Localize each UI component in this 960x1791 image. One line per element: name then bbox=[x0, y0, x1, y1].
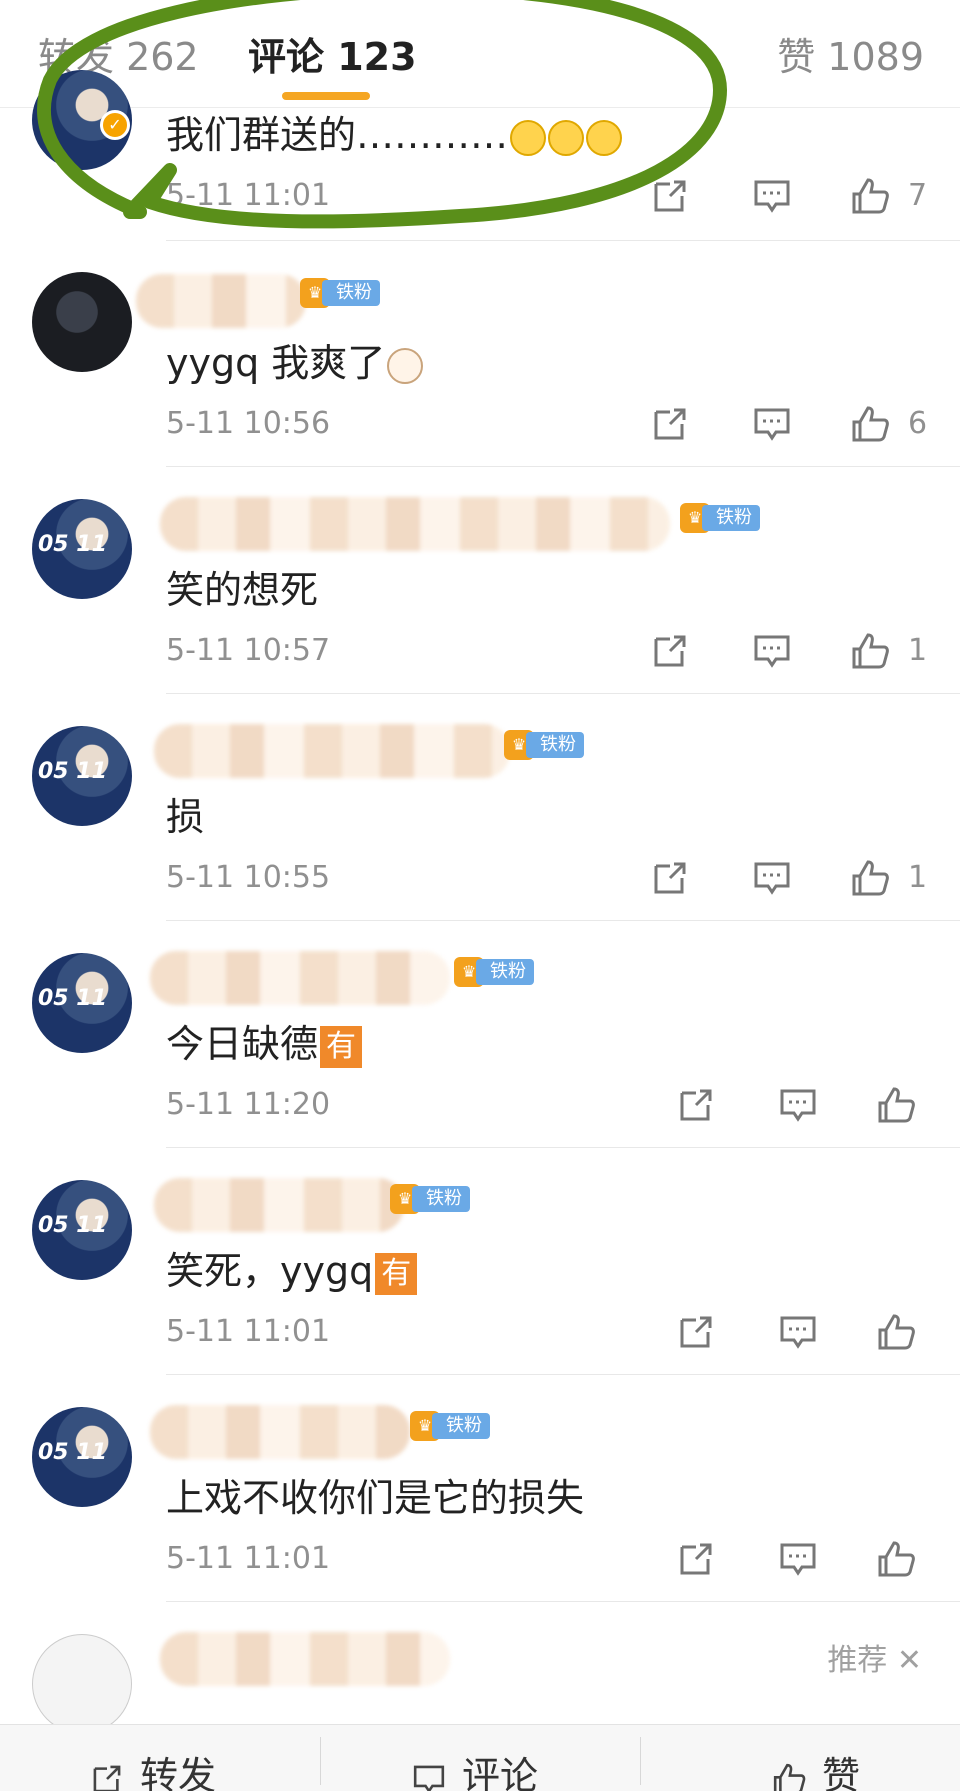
comment-icon[interactable] bbox=[750, 629, 794, 673]
username-blurred[interactable] bbox=[154, 724, 510, 778]
username-blurred[interactable] bbox=[136, 274, 306, 328]
tag-you: 有 bbox=[320, 1025, 363, 1068]
username-blurred[interactable] bbox=[160, 497, 670, 551]
divider bbox=[166, 1601, 960, 1602]
comment-icon[interactable] bbox=[776, 1083, 820, 1127]
thumbs-up-icon[interactable] bbox=[874, 1310, 918, 1354]
comment-text: 笑的想死 bbox=[166, 568, 319, 612]
comment-text: 上戏不收你们是它的损失 bbox=[166, 1476, 585, 1520]
verified-icon: ✓ bbox=[100, 110, 130, 140]
thumbs-up-icon[interactable] bbox=[848, 856, 892, 900]
username-blurred[interactable] bbox=[154, 1178, 404, 1232]
divider bbox=[320, 1737, 321, 1785]
tag-you: 有 bbox=[375, 1252, 418, 1295]
comment-text: 笑死，yygq 有 bbox=[166, 1240, 418, 1295]
username-blurred[interactable] bbox=[150, 1405, 410, 1459]
comment-item: 05 11 ♛ 铁粉 笑的想死 5-11 10:57 1 bbox=[0, 497, 960, 725]
share-icon[interactable] bbox=[648, 402, 692, 446]
bottom-forward-button[interactable]: 转发 bbox=[88, 1745, 216, 1791]
comment-text: yygq 我爽了 bbox=[166, 332, 424, 387]
share-icon bbox=[93, 1765, 121, 1791]
comment-text: 我们群送的………… bbox=[166, 104, 623, 159]
username-blurred[interactable] bbox=[160, 1632, 450, 1686]
bottom-action-bar: 转发 评论 赞 bbox=[0, 1724, 960, 1791]
avatar[interactable]: 05 11 bbox=[32, 499, 132, 599]
comment-text: 今日缺德有 bbox=[166, 1013, 363, 1068]
share-icon[interactable] bbox=[648, 174, 692, 218]
comment-time: 5-11 11:01 bbox=[166, 178, 331, 213]
fan-badge: ♛ 铁粉 bbox=[390, 1184, 470, 1214]
share-icon[interactable] bbox=[674, 1537, 718, 1581]
comment-time: 5-11 10:57 bbox=[166, 633, 331, 668]
fan-badge: ♛ 铁粉 bbox=[410, 1411, 490, 1441]
avatar[interactable] bbox=[32, 272, 132, 372]
divider bbox=[166, 466, 960, 467]
thumbs-up-icon[interactable] bbox=[848, 174, 892, 218]
divider bbox=[166, 1374, 960, 1375]
comment-item: 05 11 ♛ 铁粉 损 5-11 10:55 1 bbox=[0, 724, 960, 952]
like-count: 6 bbox=[908, 406, 928, 441]
fan-badge: ♛ 铁粉 bbox=[300, 278, 380, 308]
comment-icon[interactable] bbox=[750, 856, 794, 900]
share-icon[interactable] bbox=[648, 856, 692, 900]
avatar[interactable]: 05 11 bbox=[32, 1180, 132, 1280]
divider bbox=[166, 240, 960, 241]
laugh-cry-emoji bbox=[510, 119, 547, 156]
comment-time: 5-11 10:55 bbox=[166, 860, 331, 895]
comment-item bbox=[0, 1632, 960, 1734]
bottom-comment-button[interactable]: 评论 bbox=[410, 1745, 538, 1791]
thumbs-up-icon[interactable] bbox=[848, 402, 892, 446]
comment-item: 05 11 ♛ 铁粉 上戏不收你们是它的损失 5-11 11:01 bbox=[0, 1405, 960, 1633]
thumbs-up-icon bbox=[773, 1763, 806, 1791]
avatar[interactable]: 05 11 bbox=[32, 953, 132, 1053]
thumbs-up-icon[interactable] bbox=[874, 1537, 918, 1581]
comment-time: 5-11 11:01 bbox=[166, 1541, 331, 1576]
comment-item: 05 11 ♛ 铁粉 今日缺德有 5-11 11:20 bbox=[0, 951, 960, 1179]
comment-icon[interactable] bbox=[776, 1310, 820, 1354]
share-icon[interactable] bbox=[648, 629, 692, 673]
avatar[interactable]: 05 11 bbox=[32, 1407, 132, 1507]
comment-icon[interactable] bbox=[750, 174, 794, 218]
comment-icon[interactable] bbox=[750, 402, 794, 446]
comment-time: 5-11 10:56 bbox=[166, 406, 331, 441]
fan-badge: ♛ 铁粉 bbox=[680, 503, 760, 533]
comment-time: 5-11 11:01 bbox=[166, 1314, 331, 1349]
comment-item: ✓ 我们群送的………… 5-11 11:01 7 bbox=[0, 40, 960, 268]
comment-time: 5-11 11:20 bbox=[166, 1087, 331, 1122]
divider bbox=[166, 693, 960, 694]
thumbs-up-icon[interactable] bbox=[874, 1083, 918, 1127]
divider bbox=[166, 920, 960, 921]
laugh-cry-emoji bbox=[586, 119, 623, 156]
like-count: 1 bbox=[908, 633, 928, 668]
divider bbox=[640, 1737, 641, 1785]
like-count: 7 bbox=[908, 178, 928, 213]
emoji bbox=[387, 347, 424, 384]
comment-text: 损 bbox=[166, 795, 205, 839]
thumbs-up-icon[interactable] bbox=[848, 629, 892, 673]
like-count: 1 bbox=[908, 860, 928, 895]
comment-item: 05 11 ♛ 铁粉 笑死，yygq 有 5-11 11:01 bbox=[0, 1178, 960, 1406]
laugh-cry-emoji bbox=[548, 119, 585, 156]
share-icon[interactable] bbox=[674, 1083, 718, 1127]
comment-item: ♛ 铁粉 yygq 我爽了 5-11 10:56 6 bbox=[0, 270, 960, 498]
username-blurred[interactable] bbox=[150, 951, 450, 1005]
fan-badge: ♛ 铁粉 bbox=[504, 730, 584, 760]
avatar[interactable] bbox=[32, 1634, 132, 1734]
bottom-like-button[interactable]: 赞 bbox=[770, 1745, 860, 1791]
comment-icon bbox=[413, 1765, 445, 1791]
fan-badge: ♛ 铁粉 bbox=[454, 957, 534, 987]
recommend-dismiss[interactable]: 推荐 ✕ bbox=[827, 1635, 922, 1679]
share-icon[interactable] bbox=[674, 1310, 718, 1354]
divider bbox=[166, 1147, 960, 1148]
comment-icon[interactable] bbox=[776, 1537, 820, 1581]
avatar[interactable]: 05 11 bbox=[32, 726, 132, 826]
